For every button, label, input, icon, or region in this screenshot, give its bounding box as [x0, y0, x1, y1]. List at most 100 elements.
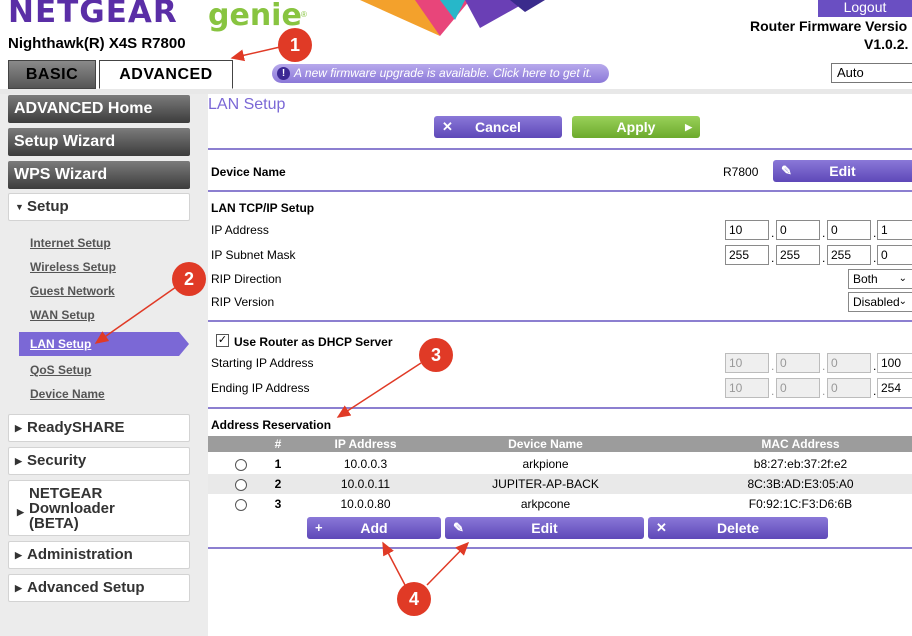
- dhcp-server-checkbox[interactable]: ✓: [216, 334, 229, 347]
- sidebar-item-internet-setup[interactable]: Internet Setup: [30, 236, 111, 250]
- delete-reservation-label: Delete: [716, 520, 760, 536]
- row-mac: 8C:3B:AD:E3:05:A0: [747, 477, 854, 491]
- end-ip-octet-1: 10: [725, 378, 769, 398]
- row-device-name: arkpione: [522, 457, 569, 471]
- sidebar-item-guest-network[interactable]: Guest Network: [30, 284, 115, 298]
- sidebar-group-administration-label: Administration: [27, 546, 133, 563]
- close-icon: ✕: [442, 119, 453, 134]
- table-row[interactable]: 3 10.0.0.80 arkpcone F0:92:1C:F3:D6:6B: [208, 494, 912, 514]
- pencil-icon: ✎: [453, 520, 464, 535]
- add-reservation-label: Add: [360, 520, 388, 536]
- alert-icon: !: [277, 67, 290, 80]
- start-ip-octet-1: 10: [725, 353, 769, 373]
- tab-advanced[interactable]: ADVANCED: [99, 60, 233, 89]
- rip-direction-select[interactable]: Both ⌄: [848, 269, 912, 289]
- row-mac: b8:27:eb:37:2f:e2: [753, 457, 848, 471]
- rip-version-select[interactable]: Disabled ⌄: [848, 292, 912, 312]
- sidebar-group-administration[interactable]: ▶ Administration: [8, 541, 190, 569]
- mask-octet-4[interactable]: 0: [877, 245, 912, 265]
- caret-down-icon: ▼: [15, 202, 24, 213]
- device-name-value: R7800: [723, 165, 759, 179]
- close-icon: ✕: [656, 520, 667, 535]
- col-num: #: [274, 437, 282, 451]
- firmware-upgrade-notice[interactable]: ! A new firmware upgrade is available. C…: [272, 64, 609, 83]
- sidebar-item-lan-setup[interactable]: LAN Setup: [19, 332, 189, 356]
- address-reservation-title: Address Reservation: [211, 418, 332, 432]
- ip-octet-4[interactable]: 1: [877, 220, 912, 240]
- row-num: 2: [274, 477, 282, 491]
- chevron-down-icon: ⌄: [898, 273, 907, 284]
- sidebar-group-netgear-downloader[interactable]: ▶ NETGEAR Downloader (BETA): [8, 480, 190, 536]
- advanced-home-button[interactable]: ADVANCED Home: [8, 95, 190, 123]
- reservation-table-header: # IP Address Device Name MAC Address: [208, 436, 912, 452]
- mask-octet-3[interactable]: 255: [827, 245, 871, 265]
- table-row[interactable]: 1 10.0.0.3 arkpione b8:27:eb:37:2f:e2: [208, 454, 912, 474]
- sidebar-item-wireless-setup[interactable]: Wireless Setup: [30, 260, 116, 274]
- sidebar-group-setup[interactable]: ▼ Setup: [8, 193, 190, 221]
- ip-octet-2[interactable]: 0: [776, 220, 820, 240]
- sidebar-item-device-name[interactable]: Device Name: [30, 387, 105, 401]
- section-divider: [208, 547, 912, 549]
- sidebar-group-downloader-line3: (BETA): [29, 515, 79, 532]
- delete-reservation-button[interactable]: ✕ Delete: [648, 517, 828, 539]
- caret-right-icon: ▶: [15, 550, 22, 561]
- rip-direction-value: Both: [853, 272, 878, 286]
- table-row[interactable]: 2 10.0.0.11 JUPITER-AP-BACK 8C:3B:AD:E3:…: [208, 474, 912, 494]
- ending-ip-label: Ending IP Address: [211, 381, 310, 395]
- wps-wizard-button[interactable]: WPS Wizard: [8, 161, 190, 189]
- mask-octet-2[interactable]: 255: [776, 245, 820, 265]
- add-reservation-button[interactable]: + Add: [307, 517, 441, 539]
- sidebar-item-qos-setup[interactable]: QoS Setup: [30, 363, 91, 377]
- cancel-button-label: Cancel: [475, 119, 521, 135]
- language-select[interactable]: Auto: [831, 63, 912, 83]
- sidebar-group-setup-label: Setup: [27, 198, 69, 215]
- tab-basic[interactable]: BASIC: [8, 60, 96, 89]
- apply-button[interactable]: Apply ▶: [572, 116, 700, 138]
- sidebar-group-advanced-setup-label: Advanced Setup: [27, 579, 145, 596]
- trademark-mark: ®: [301, 10, 307, 19]
- device-name-edit-label: Edit: [829, 163, 856, 179]
- ip-octet-3[interactable]: 0: [827, 220, 871, 240]
- row-ip: 10.0.0.11: [340, 477, 391, 491]
- row-select-radio[interactable]: [235, 459, 247, 471]
- edit-reservation-button[interactable]: ✎ Edit: [445, 517, 644, 539]
- row-mac: F0:92:1C:F3:D6:6B: [748, 497, 853, 511]
- page-title: LAN Setup: [208, 96, 286, 113]
- caret-right-icon: ▶: [17, 507, 24, 517]
- sidebar-group-readyshare[interactable]: ▶ ReadySHARE: [8, 414, 190, 442]
- ip-octet-1[interactable]: 10: [725, 220, 769, 240]
- annotation-callout-1: 1: [278, 28, 312, 62]
- annotation-callout-4: 4: [397, 582, 431, 616]
- sidebar-group-security-label: Security: [27, 452, 87, 469]
- sidebar-group-downloader-line2: Downloader: [29, 500, 115, 517]
- arrow-right-icon: ▶: [685, 122, 692, 132]
- end-ip-octet-4[interactable]: 254: [877, 378, 912, 398]
- router-model: Nighthawk(R) X4S R7800: [8, 35, 186, 52]
- pencil-icon: ✎: [781, 163, 792, 178]
- section-divider: [208, 320, 912, 322]
- logout-button[interactable]: Logout: [818, 0, 912, 17]
- start-ip-octet-2: 0: [776, 353, 820, 373]
- genie-logo: genie: [208, 0, 302, 33]
- rip-version-value: Disabled: [853, 295, 900, 309]
- row-select-radio[interactable]: [235, 479, 247, 491]
- row-select-radio[interactable]: [235, 499, 247, 511]
- starting-ip-label: Starting IP Address: [211, 356, 314, 370]
- row-device-name: arkpcone: [520, 497, 571, 511]
- setup-wizard-button[interactable]: Setup Wizard: [8, 128, 190, 156]
- cancel-button[interactable]: ✕ Cancel: [434, 116, 562, 138]
- sidebar-group-security[interactable]: ▶ Security: [8, 447, 190, 475]
- header-decoration-graphic: [360, 0, 545, 36]
- device-name-edit-button[interactable]: ✎ Edit: [773, 160, 912, 182]
- sidebar-group-advanced-setup[interactable]: ▶ Advanced Setup: [8, 574, 190, 602]
- col-device-name: Device Name: [508, 437, 583, 451]
- section-divider: [208, 148, 912, 150]
- col-mac-address: MAC Address: [761, 437, 840, 451]
- firmware-upgrade-notice-text: A new firmware upgrade is available. Cli…: [294, 66, 593, 80]
- start-ip-octet-4[interactable]: 100: [877, 353, 912, 373]
- sidebar-item-wan-setup[interactable]: WAN Setup: [30, 308, 95, 322]
- mask-octet-1[interactable]: 255: [725, 245, 769, 265]
- row-ip: 10.0.0.3: [343, 457, 388, 471]
- end-ip-octet-2: 0: [776, 378, 820, 398]
- sidebar-group-readyshare-label: ReadySHARE: [27, 419, 125, 436]
